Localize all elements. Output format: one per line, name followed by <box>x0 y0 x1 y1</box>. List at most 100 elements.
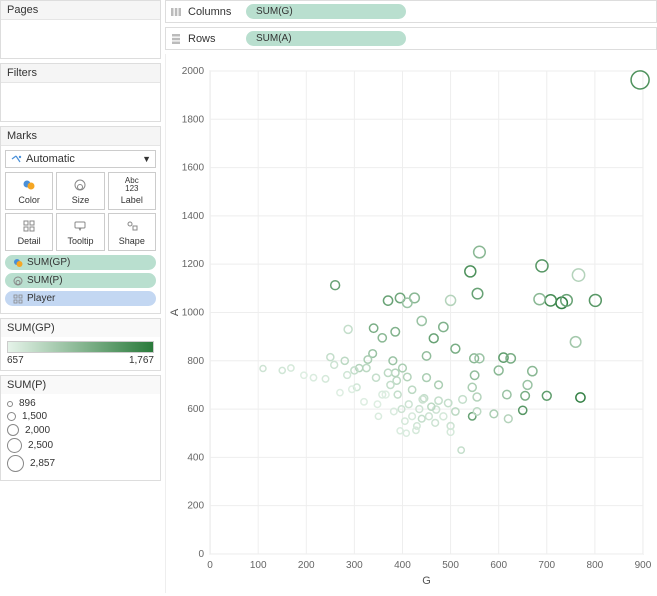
size-button[interactable]: Size <box>56 172 104 210</box>
data-point[interactable] <box>260 365 266 371</box>
data-point[interactable] <box>503 390 511 398</box>
data-point[interactable] <box>369 324 377 332</box>
data-point[interactable] <box>344 325 352 333</box>
data-point[interactable] <box>429 334 438 343</box>
data-point[interactable] <box>534 294 545 305</box>
data-point[interactable] <box>361 399 367 405</box>
data-point[interactable] <box>440 413 447 420</box>
data-point[interactable] <box>528 367 537 376</box>
data-point[interactable] <box>504 415 512 423</box>
shape-button[interactable]: Shape <box>108 213 156 251</box>
filters-shelf[interactable]: Filters <box>0 63 161 122</box>
size-legend-title: SUM(P) <box>1 376 160 394</box>
data-point[interactable] <box>378 334 386 342</box>
data-point[interactable] <box>458 447 464 453</box>
data-point[interactable] <box>288 365 294 371</box>
color-legend[interactable]: SUM(GP) 657 1,767 <box>0 318 161 371</box>
rows-pill[interactable]: SUM(A) <box>246 31 406 46</box>
data-point[interactable] <box>570 337 581 348</box>
data-point[interactable] <box>384 369 391 376</box>
data-point[interactable] <box>459 396 467 404</box>
data-point[interactable] <box>364 356 371 363</box>
svg-text:G: G <box>422 575 431 587</box>
data-point[interactable] <box>435 381 443 389</box>
color-icon <box>22 177 36 193</box>
data-point[interactable] <box>432 419 439 426</box>
marks-pill-gp[interactable]: SUM(GP) <box>5 255 156 270</box>
data-point[interactable] <box>413 427 419 433</box>
data-point[interactable] <box>422 352 430 360</box>
data-point[interactable] <box>572 269 584 281</box>
columns-pill[interactable]: SUM(G) <box>246 4 406 19</box>
mark-type-dropdown[interactable]: Automatic ▼ <box>5 150 156 168</box>
data-point[interactable] <box>375 413 381 419</box>
data-point[interactable] <box>426 413 433 420</box>
svg-text:100: 100 <box>250 560 267 571</box>
size-legend-item: 896 <box>7 398 154 409</box>
data-point[interactable] <box>631 71 649 89</box>
data-point[interactable] <box>374 401 380 407</box>
data-point[interactable] <box>474 246 486 258</box>
size-legend-item: 2,000 <box>7 424 154 436</box>
data-point[interactable] <box>391 328 400 337</box>
data-point[interactable] <box>519 406 527 414</box>
rows-shelf[interactable]: Rows SUM(A) <box>165 27 657 50</box>
detail-icon <box>13 294 23 304</box>
data-point[interactable] <box>372 374 379 381</box>
data-point[interactable] <box>327 354 334 361</box>
color-button[interactable]: Color <box>5 172 53 210</box>
data-point[interactable] <box>523 380 532 389</box>
data-point[interactable] <box>387 381 394 388</box>
data-point[interactable] <box>536 260 548 272</box>
data-point[interactable] <box>576 393 585 402</box>
data-point[interactable] <box>439 322 448 331</box>
pages-shelf[interactable]: Pages <box>0 0 161 59</box>
label-button[interactable]: Abc123 Label <box>108 172 156 210</box>
data-point[interactable] <box>337 390 343 396</box>
data-point[interactable] <box>472 288 483 299</box>
data-point[interactable] <box>404 373 412 381</box>
data-point[interactable] <box>475 354 484 363</box>
size-icon <box>13 276 23 286</box>
data-point[interactable] <box>363 364 370 371</box>
data-point[interactable] <box>279 367 285 373</box>
data-point[interactable] <box>417 316 426 325</box>
data-point[interactable] <box>403 430 409 436</box>
data-point[interactable] <box>465 266 476 277</box>
data-point[interactable] <box>322 376 328 382</box>
tooltip-button[interactable]: Tooltip <box>56 213 104 251</box>
data-point[interactable] <box>403 298 412 307</box>
data-point[interactable] <box>435 397 442 404</box>
data-point[interactable] <box>405 401 412 408</box>
data-point[interactable] <box>392 369 399 376</box>
filters-header: Filters <box>1 64 160 83</box>
data-point[interactable] <box>331 281 340 290</box>
marks-pill-p[interactable]: SUM(P) <box>5 273 156 288</box>
data-point[interactable] <box>470 371 478 379</box>
detail-button[interactable]: Detail <box>5 213 53 251</box>
data-point[interactable] <box>521 392 530 401</box>
data-point[interactable] <box>451 344 460 353</box>
svg-text:900: 900 <box>635 560 652 571</box>
data-point[interactable] <box>468 383 476 391</box>
data-point[interactable] <box>408 386 415 393</box>
color-legend-title: SUM(GP) <box>1 319 160 337</box>
columns-shelf[interactable]: Columns SUM(G) <box>165 0 657 23</box>
data-point[interactable] <box>310 375 316 381</box>
size-legend[interactable]: SUM(P) 8961,5002,0002,5002,857 <box>0 375 161 481</box>
data-point[interactable] <box>423 374 431 382</box>
svg-text:1200: 1200 <box>182 259 205 270</box>
data-point[interactable] <box>409 413 416 420</box>
svg-text:700: 700 <box>538 560 555 571</box>
data-point[interactable] <box>394 391 401 398</box>
data-point[interactable] <box>383 296 392 305</box>
data-point[interactable] <box>331 361 338 368</box>
data-point[interactable] <box>418 415 425 422</box>
marks-pill-player[interactable]: Player <box>5 291 156 306</box>
data-point[interactable] <box>473 393 481 401</box>
data-point[interactable] <box>490 410 498 418</box>
data-point[interactable] <box>344 372 351 379</box>
svg-text:800: 800 <box>187 356 204 367</box>
svg-text:200: 200 <box>298 560 315 571</box>
chart-viz[interactable]: 0100200300400500600700800900020040060080… <box>165 54 657 593</box>
